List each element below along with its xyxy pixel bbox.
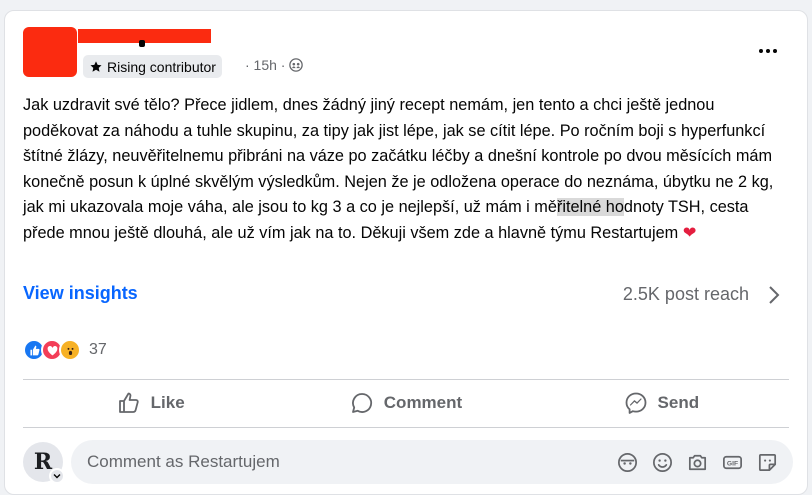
badge-label: Rising contributor (107, 58, 216, 75)
more-dot-icon (759, 49, 763, 53)
star-icon (90, 60, 102, 72)
comment-composer: R Comment as Restartujem GIF (23, 440, 795, 484)
post-card: Rising contributor · 15h · Jak uzdravit … (4, 10, 808, 495)
insights-row: View insights 2.5K post reach (5, 281, 807, 311)
more-dot-icon (773, 49, 777, 53)
chevron-down-icon (53, 474, 61, 479)
comment-label: Comment (383, 393, 463, 412)
reactions-summary[interactable]: 37 (23, 339, 107, 361)
svg-text:GIF: GIF (727, 460, 738, 467)
sticker-icon[interactable] (756, 451, 779, 474)
divider (23, 379, 789, 380)
avatar-sticker-icon[interactable] (616, 451, 639, 474)
messenger-icon (625, 392, 646, 414)
more-options-button[interactable] (753, 39, 783, 63)
wow-reaction-icon (59, 339, 81, 361)
like-label: Like (150, 393, 185, 412)
post-header: Rising contributor · 15h · (5, 11, 807, 91)
switch-identity-button[interactable] (49, 468, 65, 484)
author-name-fragment (139, 40, 145, 47)
gif-icon[interactable]: GIF (721, 451, 744, 474)
composer-tools: GIF (616, 451, 779, 474)
divider (23, 427, 789, 428)
like-button[interactable]: Like (23, 384, 278, 422)
post-time[interactable]: · 15h · (245, 57, 285, 73)
post-reach[interactable]: 2.5K post reach (623, 284, 749, 305)
heart-emoji: ❤ (682, 223, 697, 242)
action-bar: Like Comment Send (23, 384, 789, 422)
thumbs-up-icon (118, 392, 139, 413)
chevron-right-icon[interactable] (767, 285, 781, 305)
more-dot-icon (766, 49, 770, 53)
post-body: Jak uzdravit své tělo? Přece jidlem, dne… (23, 93, 793, 247)
rising-contributor-badge[interactable]: Rising contributor (83, 55, 222, 78)
post-meta: · 15h · (245, 57, 304, 73)
send-button[interactable]: Send (534, 384, 789, 422)
camera-icon[interactable] (686, 451, 709, 474)
reaction-count: 37 (89, 341, 107, 358)
comment-placeholder: Comment as Restartujem (87, 452, 280, 471)
emoji-icon[interactable] (651, 451, 674, 474)
comment-bubble-icon (351, 393, 372, 413)
send-label: Send (657, 393, 700, 412)
group-audience-icon[interactable] (289, 58, 304, 72)
post-text-highlight: řitelné ho (556, 198, 624, 217)
view-insights-link[interactable]: View insights (23, 283, 138, 304)
redacted-avatar[interactable] (23, 27, 77, 77)
comment-button[interactable]: Comment (278, 384, 533, 422)
